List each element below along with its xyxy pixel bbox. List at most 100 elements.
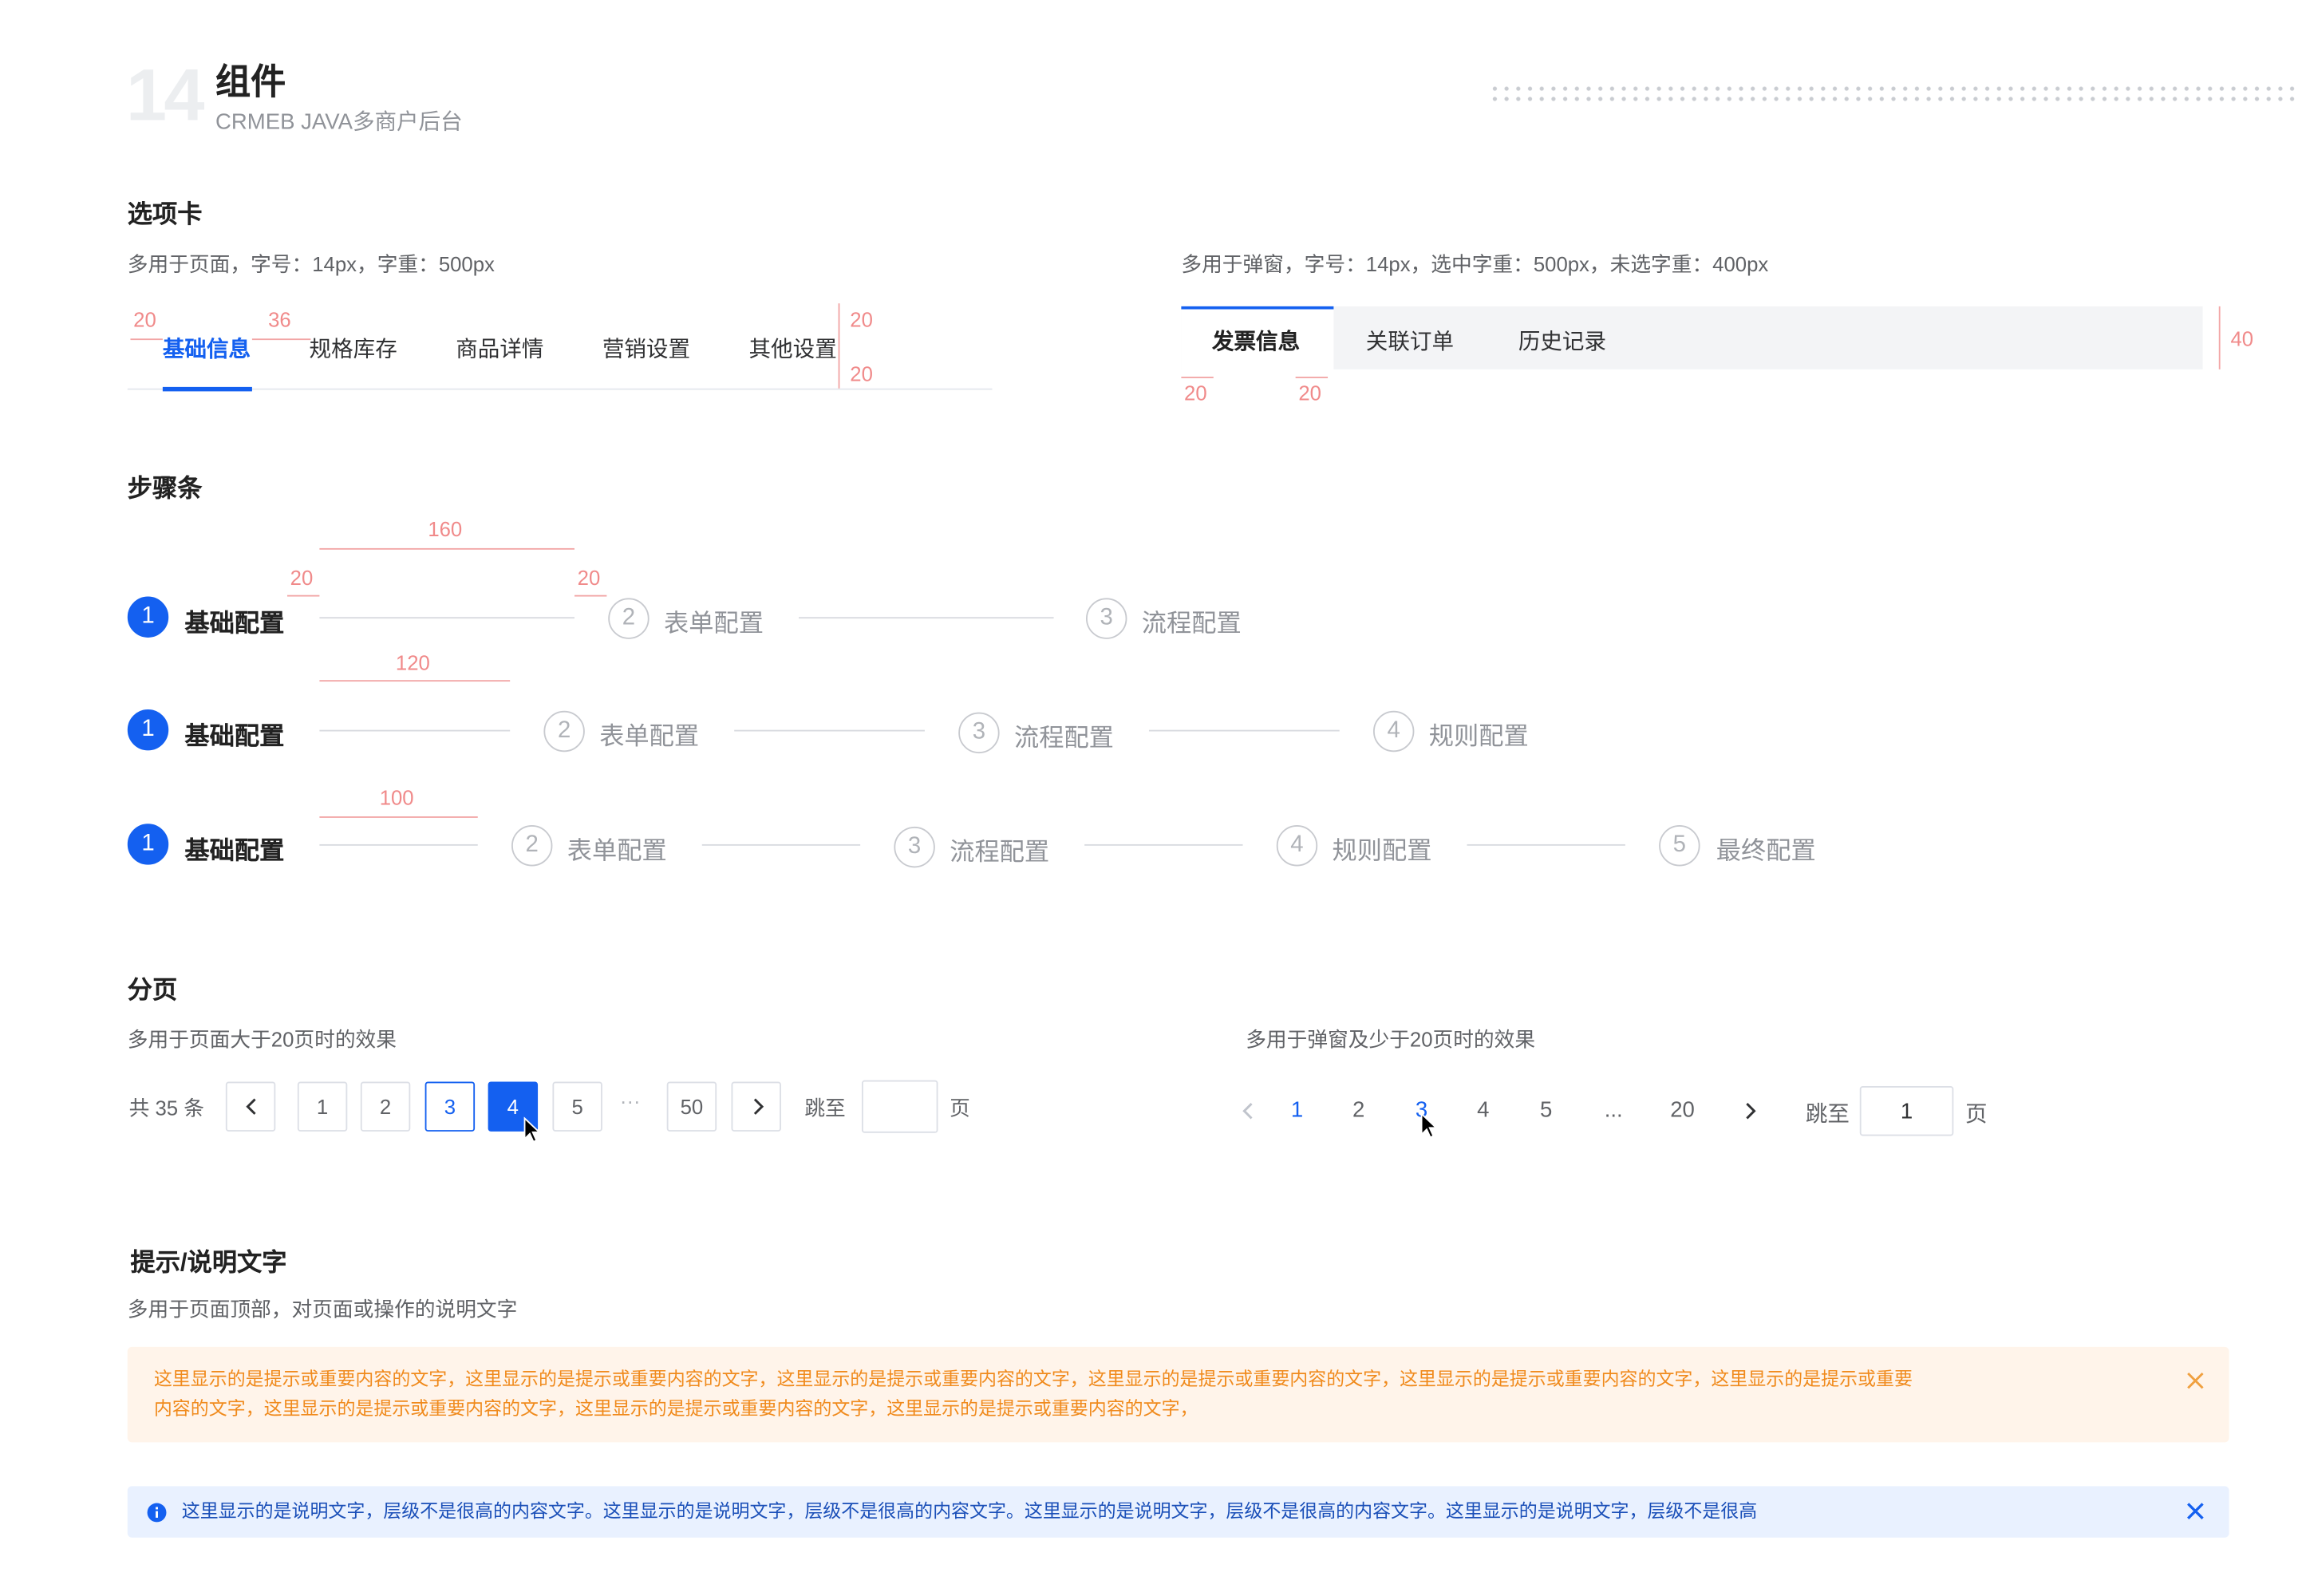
pagination-page-2[interactable]: 2 [361,1081,410,1131]
annotation-line [2219,306,2221,369]
tab-product-detail[interactable]: 商品详情 [456,333,543,364]
dialog-page-20[interactable]: 20 [1664,1098,1700,1123]
page-subtitle: CRMEB JAVA多商户后台 [215,105,463,136]
step-label[interactable]: 流程配置 [1142,602,1242,639]
step-connector [702,844,860,846]
step-label[interactable]: 基础配置 [184,602,284,639]
annotation-step-width: 160 [428,517,462,540]
step-number[interactable]: 1 [128,824,168,864]
step-number[interactable]: 1 [128,597,168,638]
step-number[interactable]: 3 [958,713,999,753]
annotation-tab-left: 20 [133,308,156,331]
pagination-total: 共 35 条 [129,1093,204,1123]
pagination-page-unit: 页 [950,1093,970,1123]
chevron-left-icon[interactable] [1238,1100,1259,1123]
warning-alert: 这里显示的是提示或重要内容的文字，这里显示的是提示或重要内容的文字，这里显示的是… [128,1347,2229,1442]
step-label[interactable]: 流程配置 [1014,717,1114,753]
info-alert-text: 这里显示的是说明文字，层级不是很高的内容文字。这里显示的是说明文字，层级不是很高… [182,1496,1757,1526]
pagination-page-desc: 多用于页面大于20页时的效果 [128,1025,397,1054]
annotation-step-width: 120 [396,650,430,674]
decorative-dots [1489,84,2298,105]
step-label[interactable]: 最终配置 [1716,830,1816,867]
step-label[interactable]: 表单配置 [599,715,699,752]
step-label[interactable]: 基础配置 [184,830,284,867]
chevron-left-icon [227,1083,277,1130]
dialog-page-2[interactable]: 2 [1341,1098,1376,1123]
pagination-prev-button[interactable] [226,1081,275,1131]
annotation-dialog-right: 20 [1298,381,1321,405]
alert-section-desc: 多用于页面顶部，对页面或操作的说明文字 [128,1294,518,1324]
dialog-page-4[interactable]: 4 [1466,1098,1501,1123]
pagination-page-3[interactable]: 3 [425,1081,475,1131]
pagination-next-button[interactable] [732,1081,781,1131]
tab-active-indicator [163,387,252,392]
step-connector [1467,844,1625,846]
step-number[interactable]: 5 [1659,825,1700,866]
pagination-page-5[interactable]: 5 [552,1081,602,1131]
close-icon[interactable] [2185,1370,2206,1391]
step-label[interactable]: 表单配置 [567,830,667,867]
tabs-page-desc: 多用于页面，字号：14px，字重：500px [128,249,495,279]
warning-alert-line2: 内容的文字，这里显示的是提示或重要内容的文字，这里显示的是提示或重要内容的文字，… [154,1394,1198,1424]
chevron-right-icon[interactable] [1739,1100,1760,1123]
step-label[interactable]: 流程配置 [950,831,1049,867]
step-number[interactable]: 4 [1277,825,1317,866]
warning-alert-line1: 这里显示的是提示或重要内容的文字，这里显示的是提示或重要内容的文字，这里显示的是… [154,1365,1913,1394]
step-number[interactable]: 1 [128,709,168,750]
dialog-tab-related-orders[interactable]: 关联订单 [1366,326,1454,357]
pagination-section-title: 分页 [128,969,177,1005]
annotation-line [287,595,319,597]
chevron-right-icon [732,1083,782,1130]
step-connector [799,617,1054,618]
steps-section-title: 步骤条 [128,468,203,504]
step-connector [319,844,477,846]
annotation-step-right: 20 [578,566,601,589]
step-label[interactable]: 基础配置 [184,715,284,752]
annotation-line [574,595,606,597]
alert-section-title: 提示/说明文字 [130,1242,286,1278]
dialog-ellipsis[interactable]: ... [1596,1098,1631,1123]
step-number[interactable]: 3 [1086,598,1127,638]
dialog-page-1[interactable]: 1 [1279,1098,1314,1123]
step-connector [319,617,574,618]
pagination-page-1[interactable]: 1 [298,1081,347,1131]
tab-basic-info[interactable]: 基础信息 [163,333,251,364]
dialog-jump-label: 跳至 [1806,1098,1850,1129]
step-number[interactable]: 3 [894,827,934,867]
annotation-step-width: 100 [380,785,414,808]
pagination-ellipsis[interactable]: ··· [620,1089,641,1112]
pagination-jump-input[interactable] [862,1080,938,1133]
step-label[interactable]: 规则配置 [1333,830,1432,867]
step-label[interactable]: 表单配置 [664,602,764,639]
annotation-dialog-left: 20 [1184,381,1207,405]
annotation-line [1296,377,1328,378]
dialog-jump-input[interactable] [1860,1086,1954,1136]
dialog-page-5[interactable]: 5 [1529,1098,1564,1123]
mouse-pointer-icon [523,1117,544,1147]
annotation-line [319,680,510,681]
annotation-line [1181,377,1213,378]
annotation-line [130,338,162,340]
tab-spec-stock[interactable]: 规格库存 [310,333,397,364]
annotation-step-left: 20 [290,566,314,589]
tabs-section-title: 选项卡 [128,193,203,230]
step-number[interactable]: 2 [511,825,552,866]
step-number[interactable]: 2 [608,598,649,638]
annotation-line [319,816,477,818]
close-icon[interactable] [2185,1501,2206,1522]
tab-marketing[interactable]: 营销设置 [602,333,690,364]
step-number[interactable]: 2 [543,711,584,752]
info-circle-icon [147,1503,168,1523]
step-number[interactable]: 4 [1373,711,1414,752]
design-spec-page: 14 组件 CRMEB JAVA多商户后台 选项卡 多用于页面，字号：14px，… [0,0,2298,1596]
annotation-tab-gap: 36 [268,308,291,331]
section-number: 14 [126,53,202,138]
tab-other-settings[interactable]: 其他设置 [749,333,837,364]
step-connector [1149,730,1340,732]
pagination-page-50[interactable]: 50 [667,1081,717,1131]
dialog-tab-active-indicator [1181,306,1333,310]
dialog-page-unit: 页 [1965,1098,1988,1129]
dialog-tab-invoice[interactable]: 发票信息 [1212,326,1300,357]
step-label[interactable]: 规则配置 [1429,715,1529,752]
dialog-tab-history[interactable]: 历史记录 [1518,326,1606,357]
